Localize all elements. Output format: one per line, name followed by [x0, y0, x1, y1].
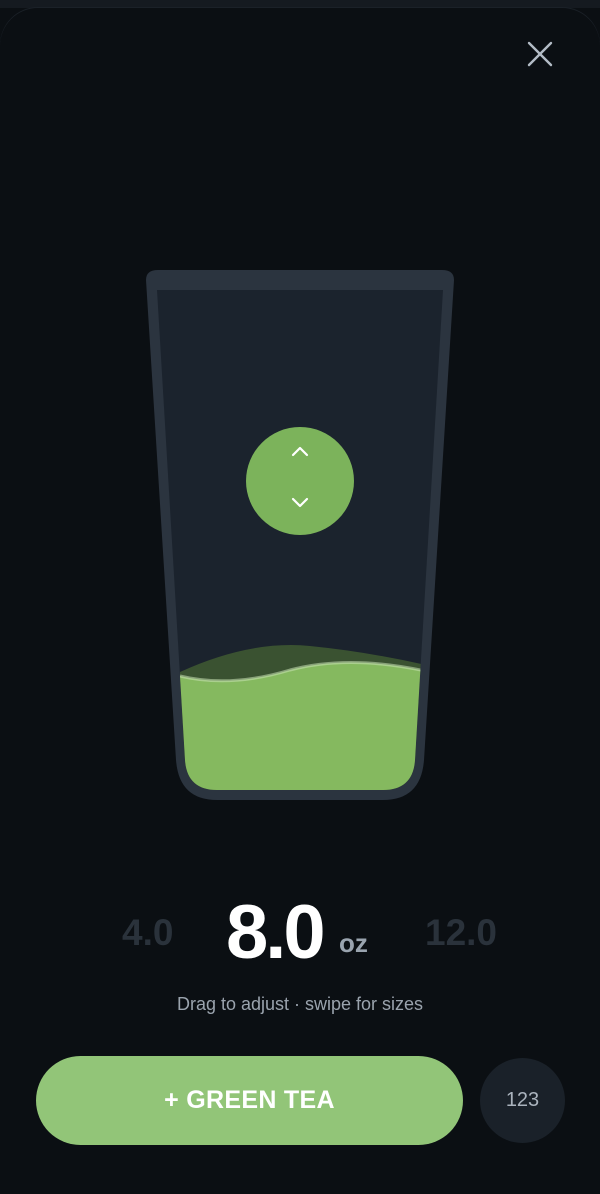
status-area — [0, 0, 600, 8]
size-option-next[interactable]: 12.0 — [425, 912, 497, 954]
drink-size-screen: 4.0 8.0 oz 12.0 Drag to adjust · swipe f… — [0, 0, 600, 1194]
add-drink-button[interactable]: + GREEN TEA — [36, 1056, 463, 1145]
liquid-fill — [180, 662, 430, 790]
close-icon — [527, 41, 553, 67]
level-drag-handle[interactable] — [246, 427, 354, 535]
size-option-previous[interactable]: 4.0 — [122, 912, 173, 954]
keypad-entry-button[interactable]: 123 — [480, 1058, 565, 1143]
glass-graphic — [146, 270, 454, 800]
size-selector[interactable]: 4.0 8.0 oz 12.0 — [0, 888, 600, 978]
glass-visual[interactable] — [140, 262, 460, 810]
current-size-value: 8.0 — [226, 890, 326, 975]
chevron-up-icon — [290, 444, 310, 458]
adjust-hint: Drag to adjust · swipe for sizes — [176, 994, 424, 1014]
close-button[interactable] — [524, 38, 556, 70]
chevron-down-icon — [290, 496, 310, 510]
size-unit: oz — [339, 928, 368, 958]
